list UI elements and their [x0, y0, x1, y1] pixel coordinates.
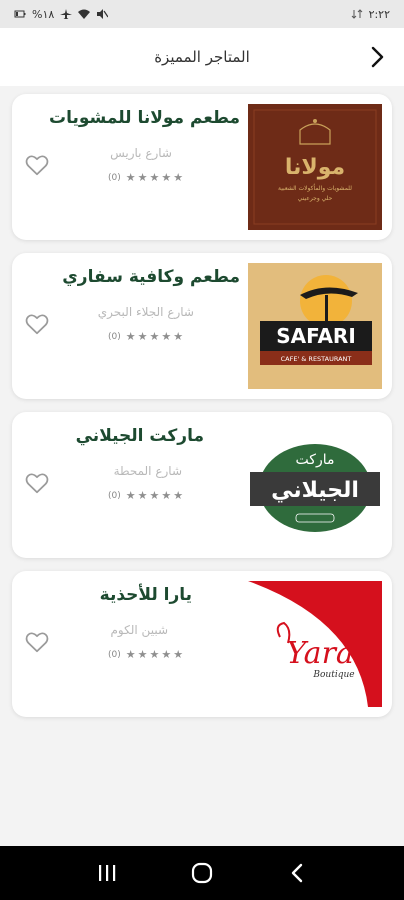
logo-sub-text: CAFE' & RESTAURANT: [281, 355, 352, 363]
airplane-icon: [60, 9, 73, 19]
logo-sub-text-2: حلي وجرعيني: [298, 195, 333, 202]
favorite-button[interactable]: [24, 629, 50, 655]
star-icon: ★: [137, 648, 148, 661]
store-name: مطعم وكافية سفاري: [62, 267, 240, 287]
store-address: شارع الجلاء البحري: [97, 305, 194, 319]
star-icon: ★: [173, 648, 184, 661]
star-icon: ★: [125, 648, 136, 661]
star-icon: ★: [173, 330, 184, 343]
rating-stars: (0) ★ ★ ★ ★ ★: [108, 649, 183, 660]
logo-sub-text: للمشويات والمأكولات الشعبية: [278, 183, 352, 192]
rating-count: (0): [108, 649, 121, 660]
store-card[interactable]: ماركت الجيلاني ماركت الجيلاني شارع المحط…: [12, 412, 392, 558]
logo-main-text: Yara: [286, 636, 354, 671]
back-nav-button[interactable]: [277, 853, 317, 893]
status-right: ٢:٢٢: [351, 8, 390, 21]
heart-icon: [25, 632, 49, 653]
rating-stars: (0) ★ ★ ★ ★ ★: [108, 490, 183, 501]
header: المتاجر المميزة: [0, 28, 404, 86]
recents-icon: [99, 865, 116, 881]
chevron-left-icon: [291, 863, 302, 883]
store-address: شبين الكوم: [110, 623, 169, 637]
star-icon: ★: [149, 489, 160, 502]
rating-count: (0): [108, 172, 121, 183]
battery-icon: [14, 10, 26, 18]
star-icon: ★: [125, 330, 136, 343]
logo-main-text: الجيلاني: [271, 478, 359, 503]
logo-main-text: SAFARI: [276, 324, 356, 348]
store-logo: Yara Boutique: [248, 581, 382, 707]
star-icon: ★: [137, 171, 148, 184]
rating-count: (0): [108, 331, 121, 342]
logo-top-text: ماركت: [296, 452, 335, 468]
back-button[interactable]: [364, 44, 390, 70]
logo-main-text: مولانا: [285, 155, 345, 180]
star-icon: ★: [161, 489, 172, 502]
star-icon: ★: [161, 330, 172, 343]
store-card[interactable]: مولانا للمشويات والمأكولات الشعبية حلي و…: [12, 94, 392, 240]
rating-count: (0): [108, 490, 121, 501]
store-logo: ماركت الجيلاني: [248, 422, 382, 548]
favorite-button[interactable]: [24, 311, 50, 337]
star-icon: ★: [137, 489, 148, 502]
status-bar: %١٨ ٢:٢٢: [0, 0, 404, 28]
page-title: المتاجر المميزة: [154, 48, 250, 66]
store-address: شارع باريس: [110, 146, 172, 160]
logo-sub-text: Boutique: [312, 670, 354, 680]
store-card[interactable]: SAFARI CAFE' & RESTAURANT مطعم وكافية سف…: [12, 253, 392, 399]
store-name: مطعم مولانا للمشويات: [49, 108, 240, 128]
recents-button[interactable]: [87, 853, 127, 893]
wifi-icon: [78, 9, 91, 19]
rating-stars: (0) ★ ★ ★ ★ ★: [108, 172, 183, 183]
favorite-button[interactable]: [24, 152, 50, 178]
rating-stars: (0) ★ ★ ★ ★ ★: [108, 331, 183, 342]
favorite-button[interactable]: [24, 470, 50, 496]
store-card[interactable]: Yara Boutique يارا للأحذية شبين الكوم (0…: [12, 571, 392, 717]
status-time: ٢:٢٢: [368, 7, 390, 21]
status-left: %١٨: [14, 7, 109, 21]
home-icon: [191, 862, 213, 884]
star-icon: ★: [125, 489, 136, 502]
star-icon: ★: [173, 489, 184, 502]
store-name: يارا للأحذية: [99, 585, 192, 605]
heart-icon: [25, 155, 49, 176]
heart-icon: [25, 473, 49, 494]
star-icon: ★: [161, 171, 172, 184]
chevron-right-icon: [371, 46, 384, 68]
heart-icon: [25, 314, 49, 335]
star-icon: ★: [125, 171, 136, 184]
star-icon: ★: [149, 330, 160, 343]
mute-icon: [97, 9, 109, 19]
star-icon: ★: [137, 330, 148, 343]
store-logo: مولانا للمشويات والمأكولات الشعبية حلي و…: [248, 104, 382, 230]
store-logo: SAFARI CAFE' & RESTAURANT: [248, 263, 382, 389]
data-icon: [351, 9, 362, 19]
store-address: شارع المحطة: [113, 464, 182, 478]
home-button[interactable]: [182, 853, 222, 893]
star-icon: ★: [173, 171, 184, 184]
star-icon: ★: [149, 171, 160, 184]
system-nav-bar: [0, 846, 404, 900]
star-icon: ★: [161, 648, 172, 661]
battery-level: %١٨: [32, 7, 55, 21]
store-name: ماركت الجيلاني: [75, 426, 204, 446]
star-icon: ★: [149, 648, 160, 661]
